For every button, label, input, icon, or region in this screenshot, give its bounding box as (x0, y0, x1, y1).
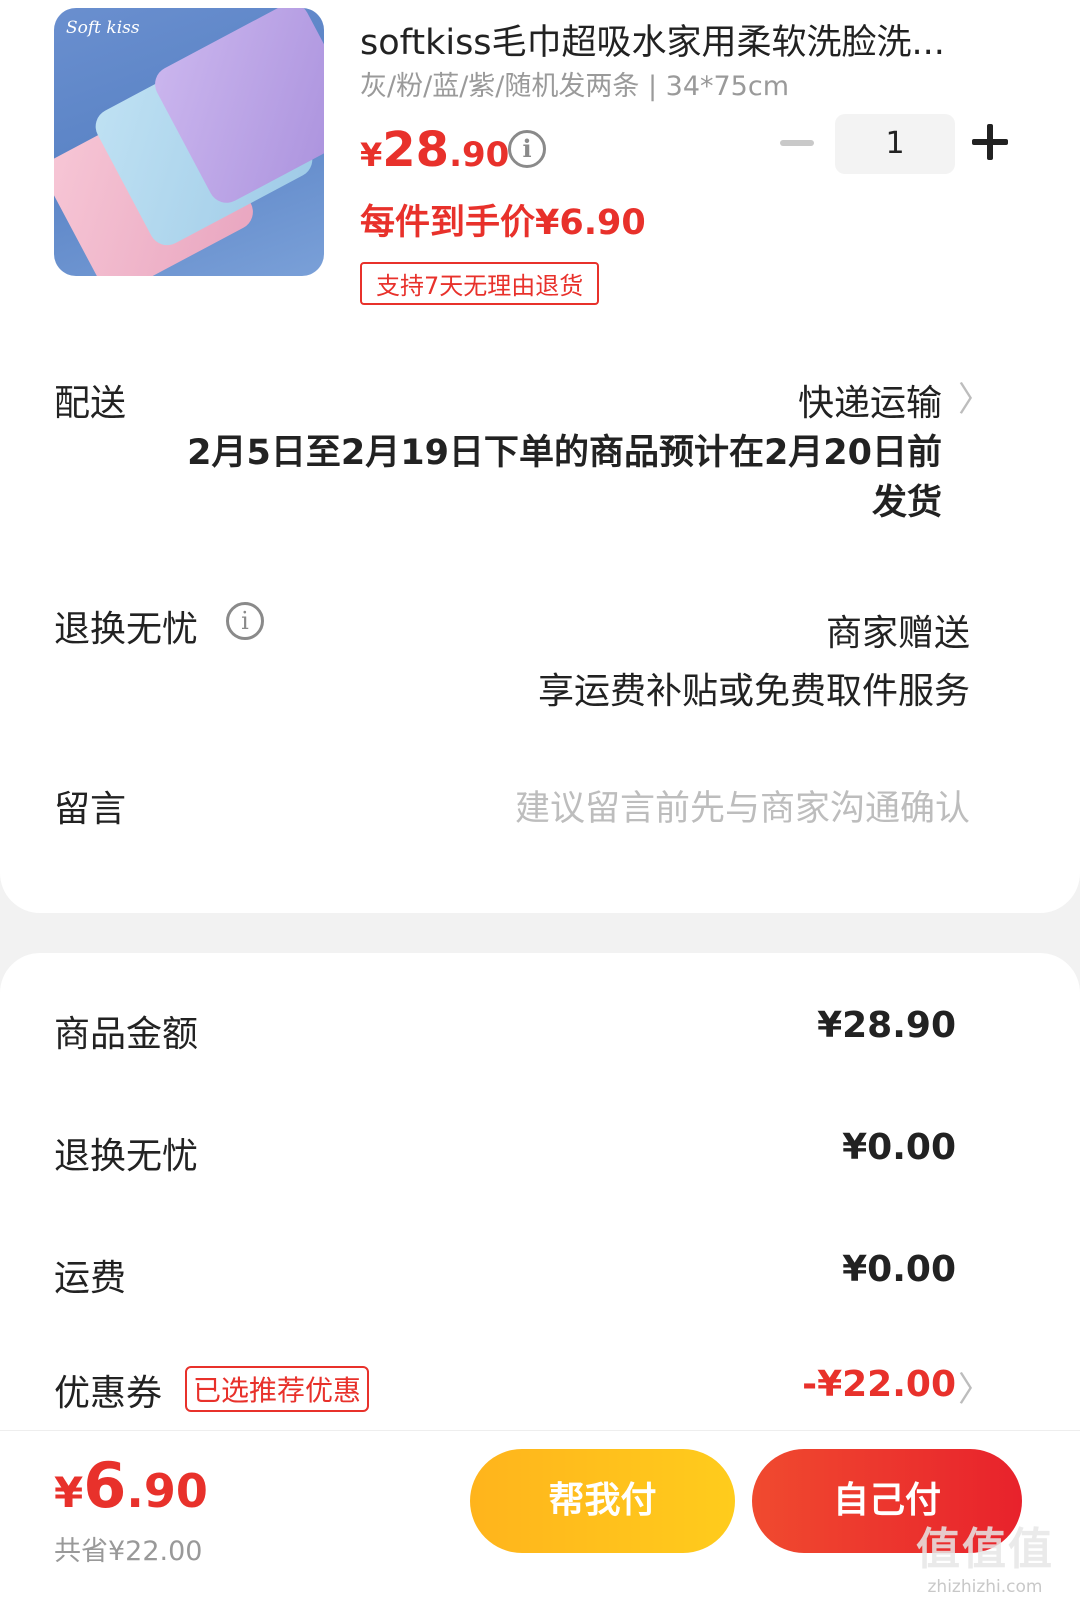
price-symbol: ¥ (360, 136, 383, 174)
total-price: ¥6.90 (54, 1449, 208, 1522)
checkout-bar: ¥6.90 共省¥22.00 帮我付 自己付 值值值 zhizhizhi.com (0, 1430, 1080, 1607)
product-image[interactable]: Soft kiss (54, 8, 324, 276)
delivery-note: 2月5日至2月19日下单的商品预计在2月20日前发货 (187, 433, 942, 523)
watermark-url: zhizhizhi.com (927, 1577, 1043, 1597)
price-integer: 28 (382, 122, 450, 178)
watermark-logo: 值值值 (916, 1524, 1054, 1575)
unit-price: 每件到手价¥6.90 (360, 203, 646, 243)
help-pay-button[interactable]: 帮我付 (470, 1449, 735, 1553)
message-input[interactable]: 建议留言前先与商家沟通确认 (515, 780, 970, 831)
watermark: 值值值 zhizhizhi.com (916, 1513, 1054, 1597)
quantity-minus-button[interactable] (780, 140, 814, 146)
delivery-chevron-icon[interactable]: 〉 (958, 372, 992, 421)
shipping-value: ¥0.00 (842, 1249, 956, 1290)
product-spec[interactable]: 灰/粉/蓝/紫/随机发两条 | 34*75cm (360, 64, 789, 103)
total-integer: 6 (83, 1449, 127, 1522)
return-policy-badge: 支持7天无理由退货 (360, 262, 600, 305)
shipping-label: 运费 (54, 1258, 127, 1299)
quantity-plus-button[interactable] (972, 124, 1008, 160)
total-saved: 共省¥22.00 (54, 1536, 203, 1567)
brand-logo: Soft kiss (66, 18, 140, 38)
returns-info-icon[interactable]: i (226, 602, 264, 640)
returns-label: 退换无忧 (54, 609, 199, 650)
price-info-icon[interactable]: i (508, 130, 546, 168)
returns-value: 商家赠送 (825, 613, 970, 654)
returns-fee-value: ¥0.00 (842, 1127, 956, 1168)
delivery-method[interactable]: 快递运输 (798, 374, 942, 426)
message-label: 留言 (54, 789, 127, 830)
coupon-chevron-icon[interactable]: 〉 (958, 1362, 992, 1411)
coupon-value[interactable]: -¥22.00 (802, 1364, 956, 1405)
returns-fee-label: 退换无忧 (54, 1136, 199, 1177)
total-symbol: ¥ (54, 1468, 84, 1517)
coupon-selected-badge: 已选推荐优惠 (185, 1366, 370, 1412)
product-price: ¥28.90 i (360, 122, 546, 178)
goods-amount-label: 商品金额 (54, 1014, 199, 1055)
price-decimal: .90 (449, 135, 510, 175)
order-card: Soft kiss softkiss毛巾超吸水家用柔软洗脸洗... 灰/粉/蓝/… (0, 0, 1080, 913)
coupon-label: 优惠券 (54, 1373, 163, 1414)
returns-subsidy: 享运费补贴或免费取件服务 (537, 671, 970, 712)
goods-amount-value: ¥28.90 (817, 1005, 956, 1046)
delivery-label: 配送 (54, 383, 127, 424)
product-title[interactable]: softkiss毛巾超吸水家用柔软洗脸洗... (360, 14, 1000, 65)
quantity-field[interactable]: 1 (835, 114, 955, 174)
total-decimal: .90 (126, 1464, 208, 1518)
